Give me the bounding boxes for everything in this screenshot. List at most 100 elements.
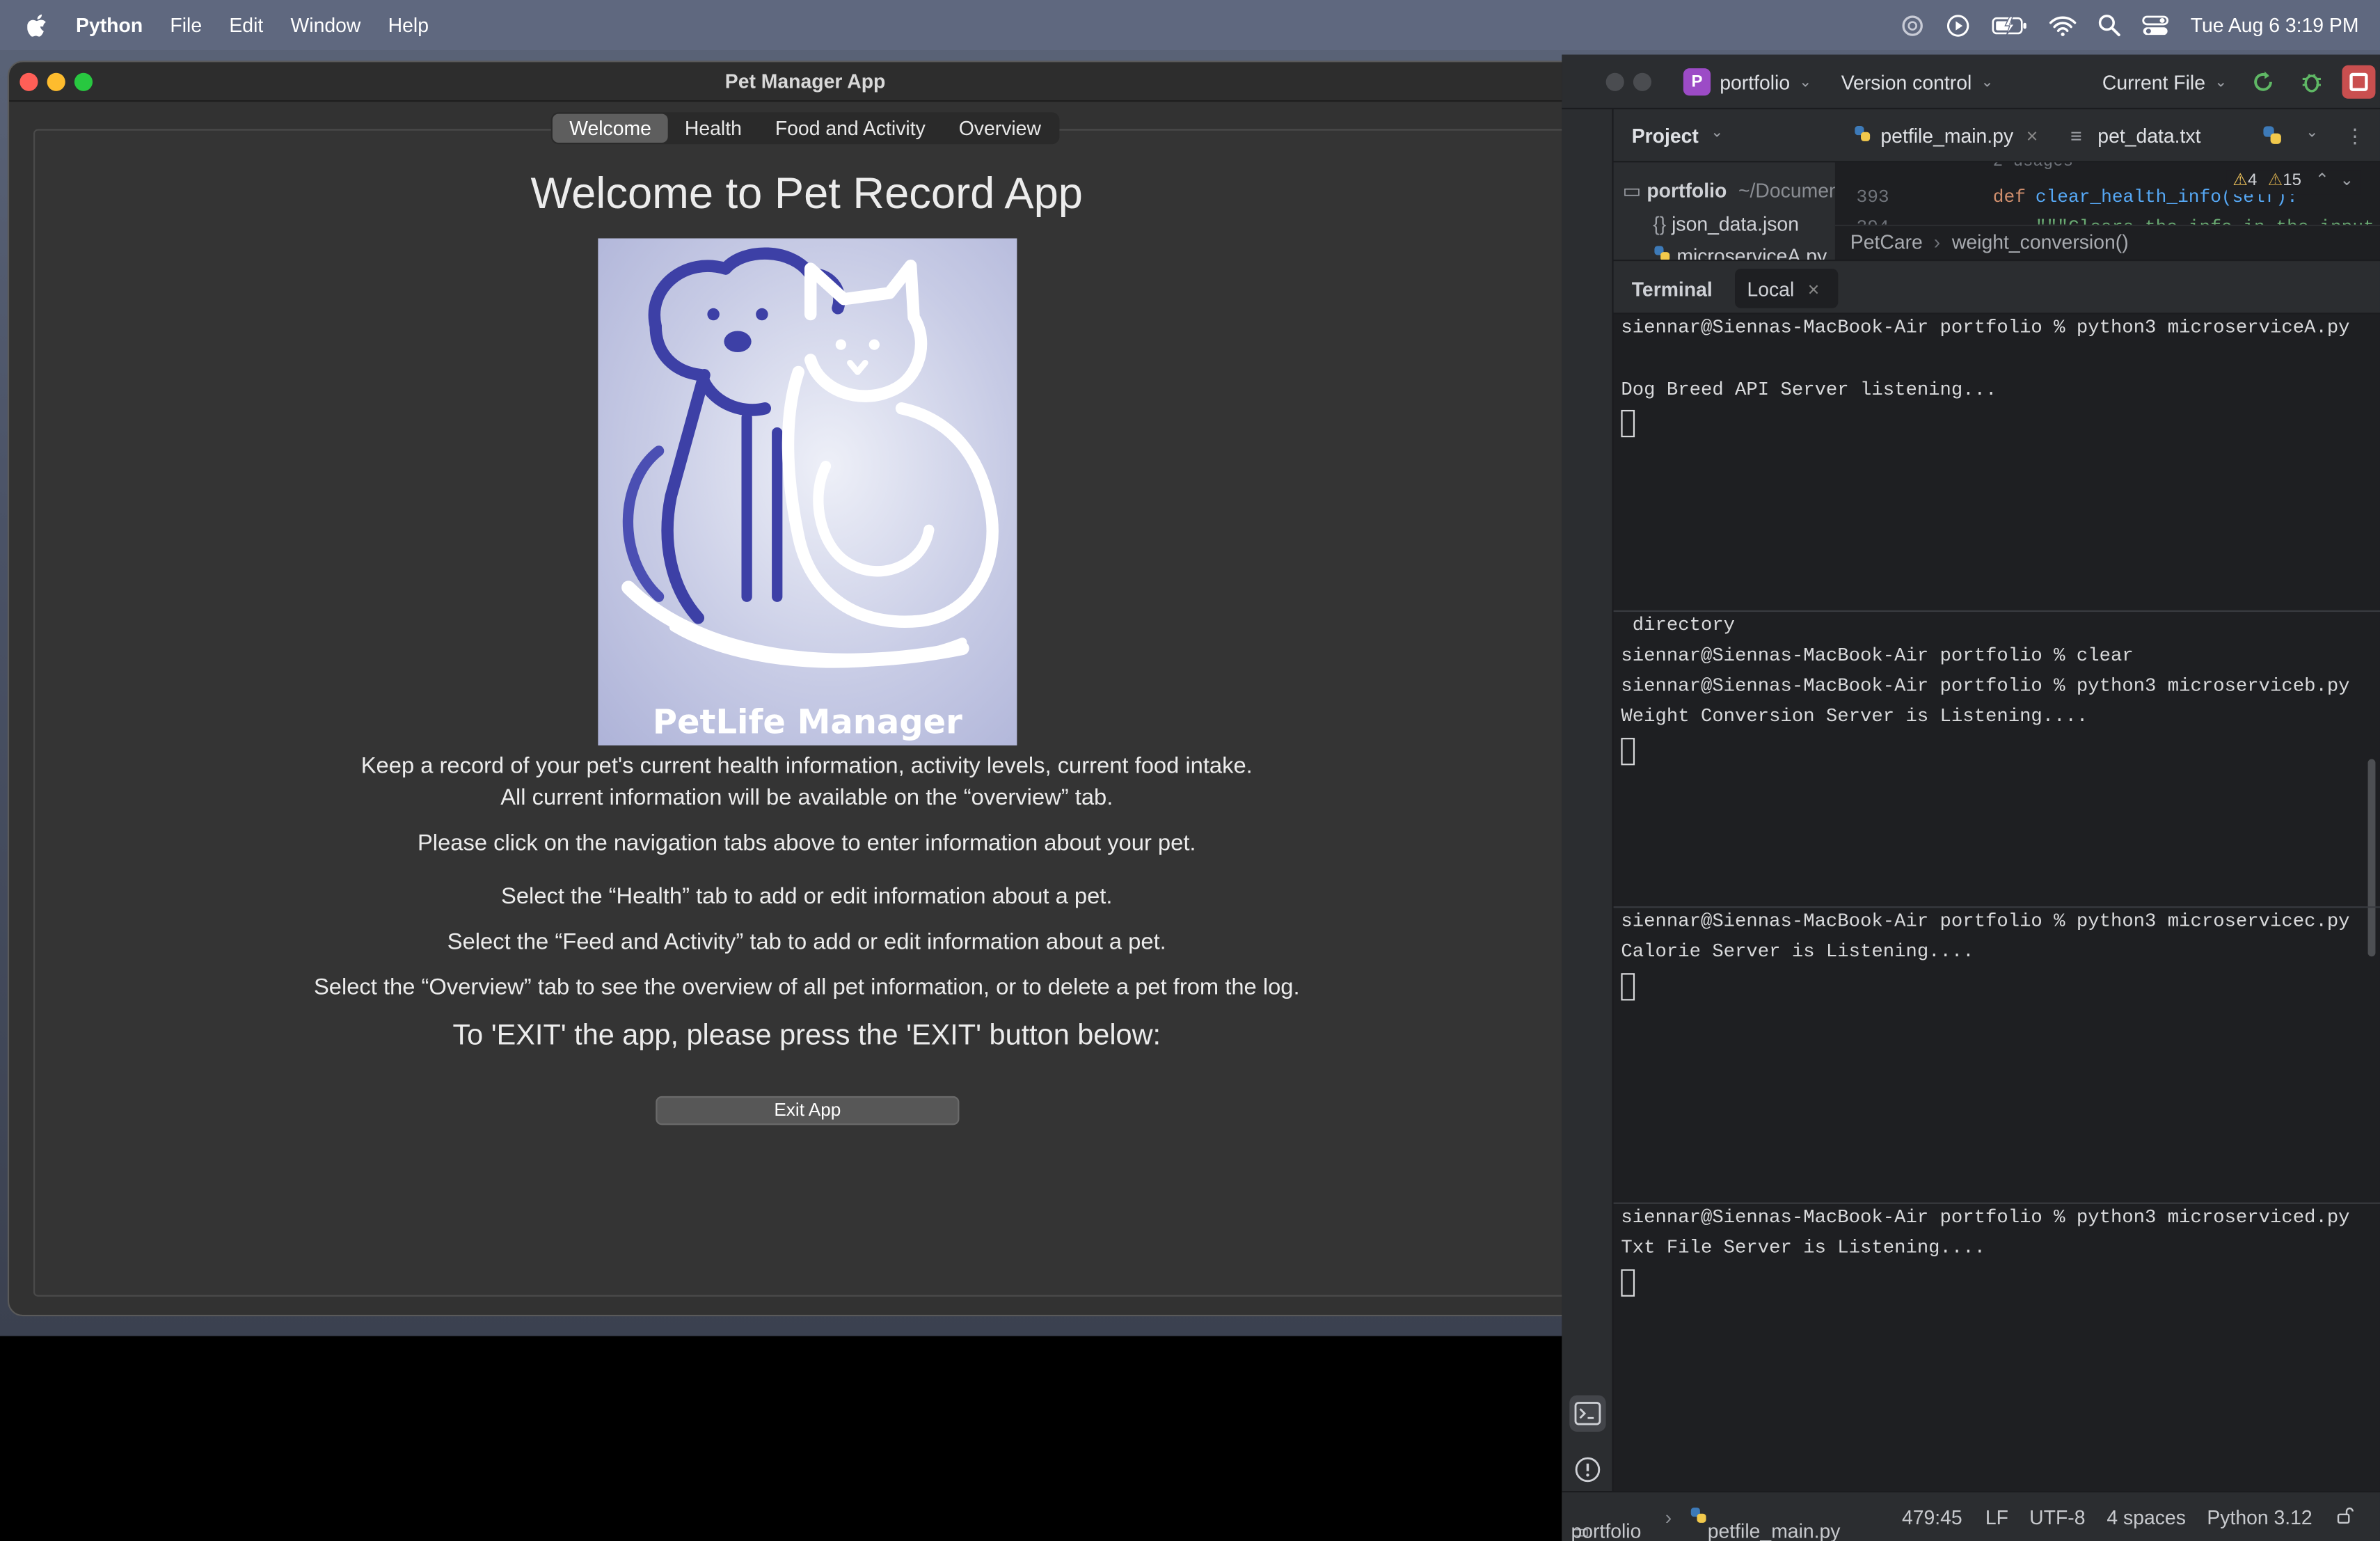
python-console-icon[interactable] <box>2262 125 2283 150</box>
weak-warning-count: 15 <box>2283 171 2301 190</box>
line-number: 394 <box>1857 217 1889 225</box>
tree-root[interactable]: ▭ portfolio ~/Documents <box>1623 179 1835 203</box>
project-tree: ▭ portfolio ~/Documents {} json_data.jso… <box>1613 162 1835 260</box>
code-breadcrumb: PetCare › weight_conversion() <box>1834 224 2380 260</box>
tab-food-and-activity[interactable]: Food and Activity <box>759 114 942 143</box>
terminal-split-divider[interactable] <box>1613 906 2380 908</box>
close-tab-icon[interactable]: × <box>1808 278 1820 301</box>
tree-root-path: ~/Documents <box>1738 179 1835 203</box>
ide-close-button[interactable] <box>1605 72 1624 91</box>
problems-tool-button[interactable] <box>1569 1451 1605 1487</box>
minimize-window-button[interactable] <box>47 72 65 91</box>
previous-highlight-icon[interactable]: ⌃ <box>2315 171 2329 189</box>
next-highlight-icon[interactable]: ⌄ <box>2340 171 2354 189</box>
chevron-down-icon[interactable]: ⌄ <box>1711 125 1723 141</box>
run-config-label: Current File <box>2102 70 2205 94</box>
terminal-line: siennar@Siennas-MacBook-Air portfolio % … <box>1621 910 2350 933</box>
project-switcher[interactable]: P portfolio ⌄ <box>1683 67 1812 97</box>
search-icon[interactable] <box>2098 14 2121 37</box>
status-line-separator[interactable]: LF <box>1985 1506 2008 1529</box>
terminal-scrollbar[interactable] <box>2367 759 2376 957</box>
pet-manager-window: Pet Manager App Welcome to Pet Record Ap… <box>7 61 1603 1317</box>
window-titlebar[interactable]: Pet Manager App <box>9 62 1602 102</box>
logo-text: PetLife Manager <box>652 704 962 743</box>
terminal-line: siennar@Siennas-MacBook-Air portfolio % … <box>1621 317 2350 339</box>
lock-icon[interactable] <box>2336 1506 2354 1529</box>
terminal-title: Terminal <box>1631 278 1713 301</box>
close-tab-icon[interactable]: × <box>2026 125 2038 148</box>
status-indent[interactable]: 4 spaces <box>2107 1506 2186 1529</box>
instruction-food: Select the “Feed and Activity” tab to ad… <box>447 928 1166 956</box>
ide-toolbar: P portfolio ⌄ Version control ⌄ Current … <box>1562 54 2380 110</box>
terminal-line: siennar@Siennas-MacBook-Air portfolio % … <box>1621 1207 2350 1228</box>
chevron-right-icon: › <box>1933 230 1941 254</box>
intro-text-2: All current information will be availabl… <box>500 784 1113 811</box>
terminal-line: directory <box>1621 615 1736 636</box>
exit-app-button[interactable]: Exit App <box>656 1096 960 1125</box>
more-options-icon[interactable]: ⋮ <box>2345 125 2365 149</box>
zoom-window-button[interactable] <box>74 72 93 91</box>
instruction-health: Select the “Health” tab to add or edit i… <box>501 883 1113 910</box>
tab-health[interactable]: Health <box>668 114 759 143</box>
close-window-button[interactable] <box>19 72 38 91</box>
code-editor[interactable]: 2 usages 393 def clear_health_info(self)… <box>1834 162 2380 225</box>
terminal-tool-button[interactable] <box>1569 1395 1606 1432</box>
stop-icon <box>2349 72 2368 91</box>
tree-item-microservice-a[interactable]: microserviceA.py <box>1653 244 1827 260</box>
status-interpreter[interactable]: Python 3.12 <box>2207 1506 2312 1529</box>
tab-overview[interactable]: Overview <box>942 114 1058 143</box>
status-caret-position[interactable]: 479:45 <box>1902 1506 1962 1529</box>
terminal-cursor <box>1621 409 1635 438</box>
tab-petfile-main[interactable]: petfile_main.py <box>1880 125 2013 148</box>
python-file-icon <box>1853 125 1871 148</box>
tree-item-label: microserviceA.py <box>1676 244 1827 260</box>
terminal-cursor <box>1621 1269 1635 1297</box>
ide-minimize-button[interactable] <box>1633 72 1652 91</box>
version-control-label: Version control <box>1841 70 1972 94</box>
play-icon[interactable] <box>1946 13 1971 38</box>
menu-window[interactable]: Window <box>291 14 361 37</box>
instruction-overview: Select the “Overview” tab to see the ove… <box>313 974 1300 1001</box>
menu-help[interactable]: Help <box>388 14 429 37</box>
debug-icon[interactable] <box>2299 70 2324 98</box>
breadcrumb-class[interactable]: PetCare <box>1850 231 1923 254</box>
status-encoding[interactable]: UTF-8 <box>2029 1506 2085 1529</box>
chevron-down-icon[interactable]: ⌄ <box>2306 125 2318 141</box>
terminal-line: siennar@Siennas-MacBook-Air portfolio % … <box>1621 645 2134 667</box>
welcome-heading: Welcome to Pet Record App <box>530 170 1083 219</box>
petlife-logo-image: PetLife Manager <box>598 238 1017 746</box>
tree-item-json-data[interactable]: {} json_data.json <box>1653 212 1799 235</box>
tab-welcome[interactable]: Welcome <box>553 113 668 143</box>
battery-icon[interactable] <box>1992 15 2028 36</box>
breadcrumb-function[interactable]: weight_conversion() <box>1952 231 2129 254</box>
rerun-icon[interactable] <box>2251 70 2276 98</box>
status-file[interactable]: petfile_main.py <box>1690 1506 1841 1541</box>
version-control-menu[interactable]: Version control ⌄ <box>1841 67 1994 97</box>
apple-icon[interactable] <box>27 13 49 38</box>
inspection-widget[interactable]: ⚠4 ⚠15 ⌃ ⌄ <box>2226 170 2361 195</box>
intro-text-3: Please click on the navigation tabs abov… <box>417 830 1196 857</box>
terminal-split-divider[interactable] <box>1613 1202 2380 1204</box>
run-config-selector[interactable]: Current File ⌄ <box>2102 67 2228 97</box>
tab-pet-data[interactable]: pet_data.txt <box>2097 125 2200 148</box>
stop-button[interactable] <box>2342 65 2376 99</box>
terminal-line: Calorie Server is Listening.... <box>1621 941 1974 963</box>
python-file-icon <box>1653 244 1671 260</box>
welcome-panel: Welcome to Pet Record App PetLife Manage… <box>33 129 1580 1297</box>
project-badge: P <box>1683 68 1711 96</box>
terminal-line: Weight Conversion Server is Listening...… <box>1621 706 2088 727</box>
focus-icon[interactable] <box>1901 13 1925 38</box>
chevron-down-icon: ⌄ <box>1799 73 1812 90</box>
menu-file[interactable]: File <box>170 14 202 37</box>
ide-tab-row: Project ⌄ petfile_main.py × ≡ pet_data.t… <box>1613 109 2380 163</box>
menu-app-python[interactable]: Python <box>76 14 143 37</box>
terminal-split-divider[interactable] <box>1613 610 2380 613</box>
status-project-label: portfolio <box>1571 1519 1642 1541</box>
terminal-output[interactable]: siennar@Siennas-MacBook-Air portfolio % … <box>1613 314 2380 1484</box>
warning-count: 4 <box>2247 171 2258 190</box>
control-center-icon[interactable] <box>2142 15 2169 36</box>
wifi-icon[interactable] <box>2049 15 2077 36</box>
menubar-clock[interactable]: Tue Aug 6 3:19 PM <box>2191 14 2359 37</box>
project-tool-label[interactable]: Project <box>1632 125 1699 148</box>
menu-edit[interactable]: Edit <box>229 14 263 37</box>
